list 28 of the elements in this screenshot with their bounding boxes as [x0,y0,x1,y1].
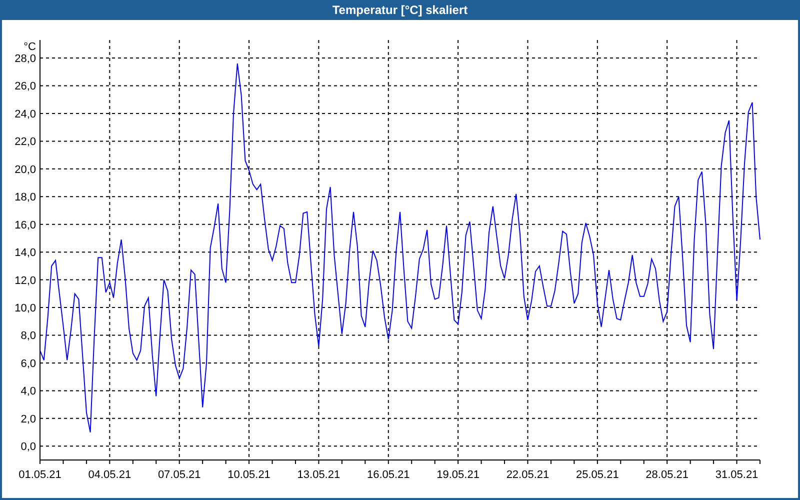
x-tick-label: 16.05.21 [366,469,410,481]
y-tick-label: 12,0 [14,274,36,287]
y-tick-label: 22,0 [14,136,36,148]
y-tick-label: 8,0 [20,330,36,342]
x-tick-label: 28.05.21 [646,469,688,481]
x-tick-label: 01.05.21 [18,469,62,481]
y-tick-label: 28,0 [14,53,36,66]
y-tick-label: 6,0 [20,358,36,370]
x-tick-label: 04.05.21 [88,469,132,481]
y-tick-label: 2,0 [20,413,36,426]
x-tick-label: 25.05.21 [576,469,619,481]
y-tick-label: 14,0 [14,247,36,260]
unit-label: °C [24,41,36,53]
x-tick-label: 22.05.21 [506,469,550,481]
x-tick-label: 13.05.21 [297,469,340,481]
y-tick-label: 16,0 [14,219,36,232]
y-tick-label: 4,0 [20,386,36,398]
y-tick-label: 0,0 [20,441,36,454]
y-tick-label: 26,0 [14,80,36,93]
y-tick-label: 10,0 [14,302,36,315]
y-tick-label: 18,0 [14,192,36,204]
x-tick-label: 07.05.21 [158,469,201,481]
x-tick-label: 31.05.21 [715,469,758,481]
window-title: Temperatur [°C] skaliert [0,0,800,20]
x-tick-label: 10.05.21 [228,469,270,481]
y-tick-label: 20,0 [14,164,36,176]
x-tick-label: 19.05.21 [436,469,480,481]
y-tick-label: 24,0 [14,108,36,120]
